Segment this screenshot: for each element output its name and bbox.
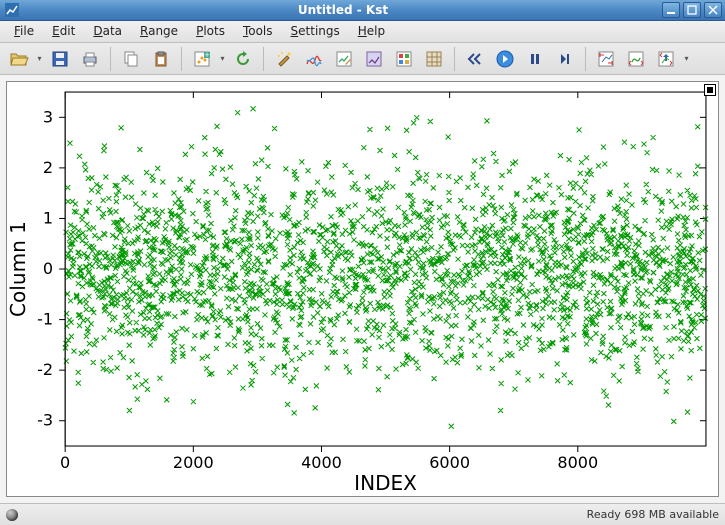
status-led-icon — [6, 509, 18, 521]
paste-button[interactable] — [148, 46, 174, 72]
svg-text:-1: -1 — [37, 310, 53, 329]
svg-text:0: 0 — [43, 259, 53, 278]
svg-text:-2: -2 — [37, 360, 53, 379]
copy-button[interactable] — [118, 46, 144, 72]
window-controls — [662, 2, 722, 18]
svg-text:1: 1 — [43, 209, 53, 228]
svg-text:2: 2 — [43, 158, 53, 177]
app-icon — [4, 2, 20, 18]
menu-tools[interactable]: Tools — [235, 21, 281, 41]
zoom-x-button[interactable] — [623, 46, 649, 72]
insert-plot-dropdown[interactable]: ▾ — [219, 54, 226, 63]
menu-edit[interactable]: Edit — [44, 21, 83, 41]
menubar: File Edit Data Range Plots Tools Setting… — [0, 21, 725, 44]
insert-plot-button[interactable]: + — [189, 46, 215, 72]
titlebar: Untitled - Kst — [0, 0, 725, 21]
plot-container: 0 2000 4000 6000 8000 -3 -2 -1 0 1 2 3 INDEX Column 1 — [0, 75, 725, 504]
reload-button[interactable] — [230, 46, 256, 72]
zoom-dropdown[interactable]: ▾ — [683, 54, 690, 63]
svg-text:8000: 8000 — [557, 453, 598, 472]
menu-plots[interactable]: Plots — [188, 21, 233, 41]
pause-button[interactable] — [522, 46, 548, 72]
edit-plot-button[interactable] — [331, 46, 357, 72]
data-wizard-button[interactable] — [271, 46, 297, 72]
svg-text:4000: 4000 — [301, 453, 342, 472]
status-text: Ready 698 MB available — [587, 508, 719, 521]
curve-button[interactable] — [301, 46, 327, 72]
window-title: Untitled - Kst — [24, 3, 662, 17]
menu-range[interactable]: Range — [132, 21, 186, 41]
plot-maximize-icon[interactable] — [704, 84, 716, 96]
zoom-reset-button[interactable] — [653, 46, 679, 72]
zoom-xy-button[interactable] — [593, 46, 619, 72]
svg-text:2000: 2000 — [173, 453, 214, 472]
close-button[interactable] — [704, 2, 722, 18]
scatter-plot[interactable]: 0 2000 4000 6000 8000 -3 -2 -1 0 1 2 3 INDEX Column 1 — [7, 82, 718, 496]
plot-frame[interactable]: 0 2000 4000 6000 8000 -3 -2 -1 0 1 2 3 INDEX Column 1 — [6, 81, 719, 497]
back-button[interactable] — [462, 46, 488, 72]
toolbar: ▾ + ▾ ▾ — [0, 43, 725, 75]
menu-data[interactable]: Data — [85, 21, 130, 41]
open-dropdown[interactable]: ▾ — [36, 54, 43, 63]
open-button[interactable] — [6, 46, 32, 72]
svg-text:Column 1: Column 1 — [7, 221, 30, 317]
svg-text:6000: 6000 — [429, 453, 470, 472]
change-file-button[interactable] — [361, 46, 387, 72]
matrix-button[interactable] — [421, 46, 447, 72]
forward-button[interactable] — [552, 46, 578, 72]
play-button[interactable] — [492, 46, 518, 72]
menu-settings[interactable]: Settings — [283, 21, 348, 41]
menu-help[interactable]: Help — [350, 21, 393, 41]
image-button[interactable] — [391, 46, 417, 72]
menu-file[interactable]: File — [6, 21, 42, 41]
svg-text:+: + — [204, 51, 210, 59]
statusbar: Ready 698 MB available — [0, 504, 725, 525]
svg-text:0: 0 — [60, 453, 70, 472]
svg-text:3: 3 — [43, 108, 53, 127]
print-button[interactable] — [77, 46, 103, 72]
minimize-button[interactable] — [662, 2, 680, 18]
save-button[interactable] — [47, 46, 73, 72]
svg-text:INDEX: INDEX — [354, 471, 417, 495]
maximize-button[interactable] — [683, 2, 701, 18]
svg-text:-3: -3 — [37, 411, 53, 430]
